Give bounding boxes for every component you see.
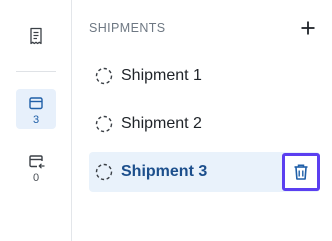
section-title: SHIPMENTS xyxy=(89,21,166,35)
receipt-button[interactable] xyxy=(23,25,49,47)
package-return-icon xyxy=(28,155,45,169)
dashed-circle-icon xyxy=(95,67,113,85)
add-shipment-button[interactable] xyxy=(298,18,318,38)
dashed-circle-icon xyxy=(95,115,113,133)
list-item[interactable]: Shipment 1 xyxy=(89,56,320,96)
shipment-label: Shipment 1 xyxy=(121,67,202,84)
trash-icon xyxy=(294,164,308,180)
delete-shipment-button[interactable] xyxy=(282,153,320,191)
receipt-icon xyxy=(30,27,42,45)
shipments-count: 3 xyxy=(32,114,40,126)
rail-item-returns[interactable]: 0 xyxy=(16,147,56,187)
returns-count: 0 xyxy=(32,172,40,184)
shipments-panel: 3 0 SHIPMENTS Shipment 1 Shipment 2 Ship… xyxy=(0,0,332,241)
list-item[interactable]: Shipment 2 xyxy=(89,104,320,144)
package-icon xyxy=(29,97,43,110)
left-rail: 3 0 xyxy=(0,0,72,241)
shipment-label: Shipment 3 xyxy=(121,163,208,180)
dashed-circle-icon xyxy=(95,163,113,181)
rail-item-shipments[interactable]: 3 xyxy=(16,89,56,129)
rail-divider xyxy=(16,71,56,72)
plus-icon xyxy=(301,21,315,35)
shipment-list: Shipment 1 Shipment 2 Shipment 3 xyxy=(89,56,320,200)
shipment-label: Shipment 2 xyxy=(121,115,202,132)
list-item-selected[interactable]: Shipment 3 xyxy=(89,152,320,192)
